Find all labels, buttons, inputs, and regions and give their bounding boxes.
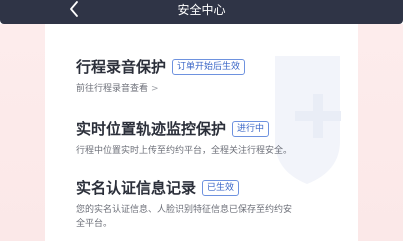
- real-name-desc-line-1: 您的实名认证信息、人脸识别特征信息已保存至约约安: [76, 205, 293, 215]
- real-name-section: 实名认证信息记录 已生效 您的实名认证信息、人脸识别特征信息已保存至约约安 全平…: [76, 178, 346, 231]
- location-monitoring-title: 实时位置轨迹监控保护: [76, 120, 227, 138]
- real-name-title: 实名认证信息记录: [76, 179, 197, 197]
- left-background-strip: [0, 24, 45, 241]
- real-name-header: 实名认证信息记录 已生效: [76, 178, 346, 198]
- header-bar: 安全中心: [0, 0, 403, 24]
- right-background-strip: [358, 24, 403, 241]
- view-recordings-label: 前往行程录音查看: [76, 84, 149, 94]
- real-name-desc: 您的实名认证信息、人脸识别特征信息已保存至约约安 全平台。: [76, 203, 346, 231]
- location-monitoring-badge: 进行中: [232, 121, 270, 137]
- location-monitoring-desc: 行程中位置实时上传至约约平台，全程关注行程安全。: [76, 146, 293, 156]
- page-title: 安全中心: [177, 3, 226, 17]
- recording-protection-badge: 订单开始后生效: [172, 59, 246, 75]
- view-recordings-link[interactable]: 前往行程录音查看 >: [76, 82, 346, 96]
- location-monitoring-header: 实时位置轨迹监控保护 进行中: [76, 119, 346, 139]
- recording-protection-header: 行程录音保护 订单开始后生效: [76, 57, 346, 77]
- recording-protection-title: 行程录音保护: [76, 58, 167, 76]
- real-name-badge: 已生效: [202, 180, 240, 196]
- location-monitoring-section: 实时位置轨迹监控保护 进行中 行程中位置实时上传至约约平台，全程关注行程安全。: [76, 119, 346, 158]
- real-name-desc-line-2: 全平台。: [76, 219, 113, 229]
- chevron-right-icon: >: [151, 84, 159, 94]
- recording-protection-section: 行程录音保护 订单开始后生效 前往行程录音查看 >: [76, 57, 346, 96]
- content-card: 行程录音保护 订单开始后生效 前往行程录音查看 > 实时位置轨迹监控保护 进行中 …: [45, 24, 358, 241]
